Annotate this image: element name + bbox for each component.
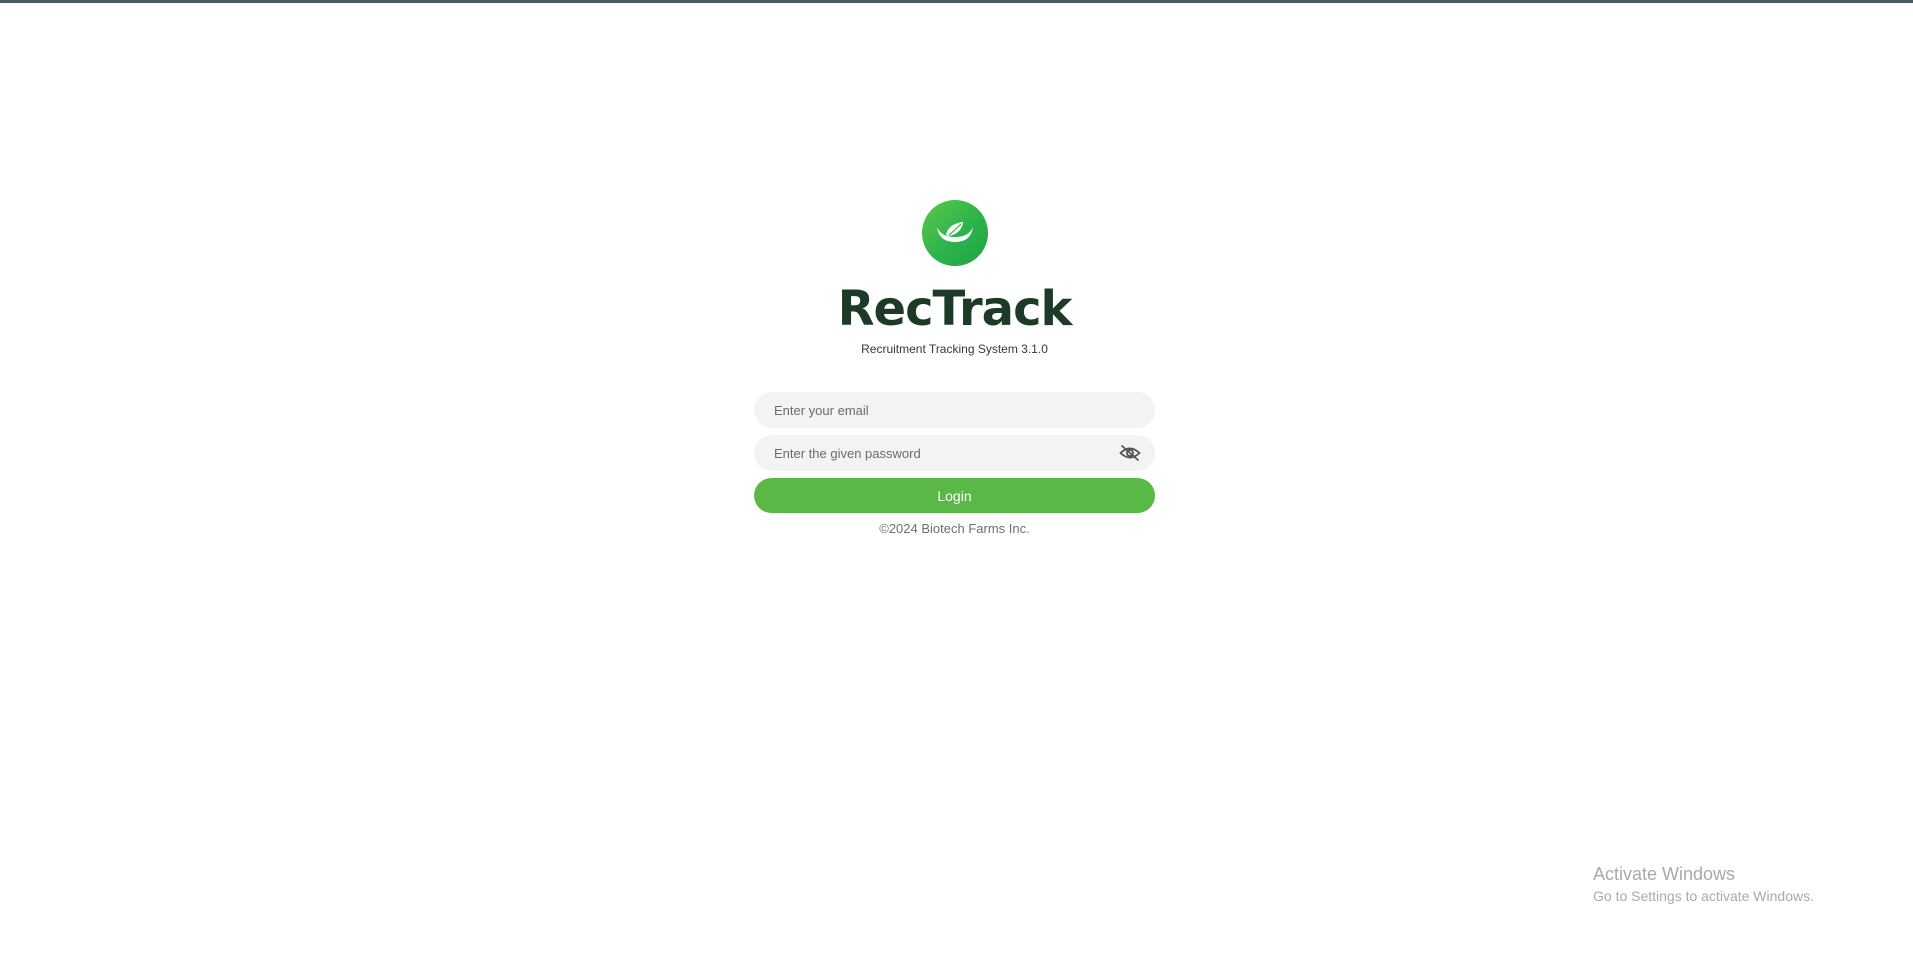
- windows-activation-watermark: Activate Windows Go to Settings to activ…: [1593, 863, 1814, 905]
- top-border: [0, 0, 1913, 3]
- login-button[interactable]: Login: [754, 478, 1155, 513]
- login-panel: RecTrack Recruitment Tracking System 3.1…: [754, 200, 1155, 536]
- app-title: RecTrack: [837, 281, 1073, 337]
- email-field-container: [754, 392, 1155, 428]
- eye-slash-icon[interactable]: [1119, 443, 1141, 463]
- watermark-title: Activate Windows: [1593, 864, 1736, 884]
- watermark-subtitle: Go to Settings to activate Windows.: [1593, 888, 1814, 904]
- leaf-logo-icon: [921, 200, 988, 266]
- password-input[interactable]: [754, 435, 1155, 471]
- copyright-text: ©2024 Biotech Farms Inc.: [879, 521, 1030, 536]
- email-input[interactable]: [754, 392, 1155, 428]
- app-subtitle: Recruitment Tracking System 3.1.0: [861, 342, 1048, 356]
- password-field-container: [754, 435, 1155, 471]
